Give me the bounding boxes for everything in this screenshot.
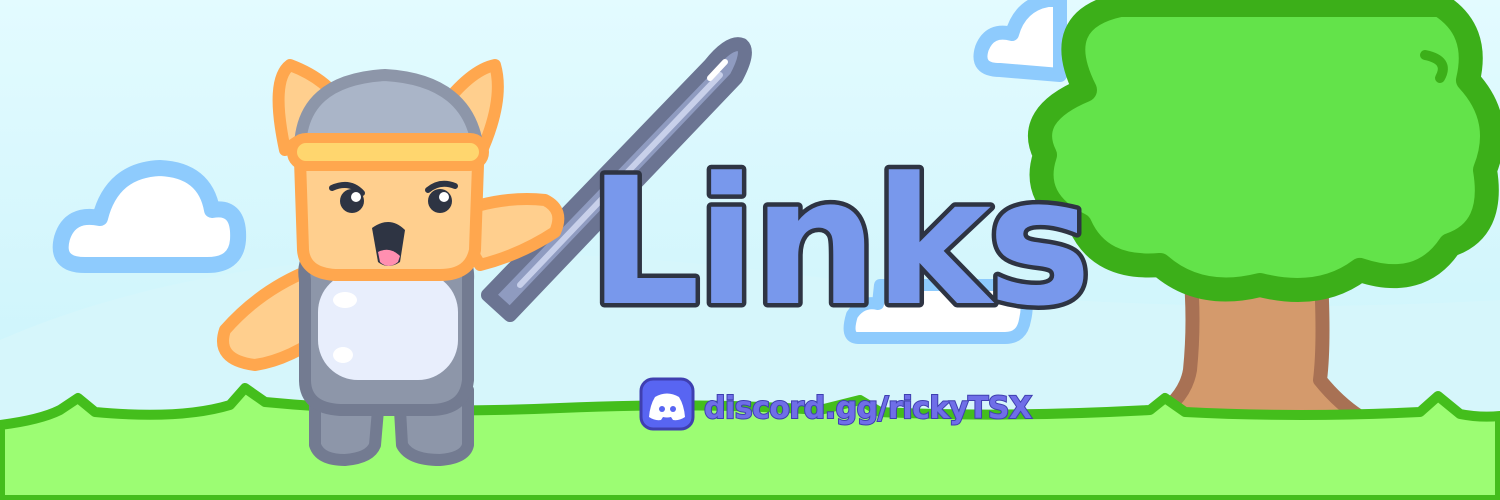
character-belly bbox=[318, 272, 458, 380]
discord-link-text[interactable]: discord.gg/rickyTSX bbox=[703, 390, 1034, 427]
tree-leaves bbox=[1028, 0, 1500, 302]
links-banner: Links discord.gg/rickyTSX bbox=[0, 0, 1500, 500]
banner-scene: Links discord.gg/rickyTSX bbox=[0, 0, 1500, 500]
page-title: Links bbox=[588, 140, 1088, 345]
character-headband bbox=[287, 133, 489, 171]
